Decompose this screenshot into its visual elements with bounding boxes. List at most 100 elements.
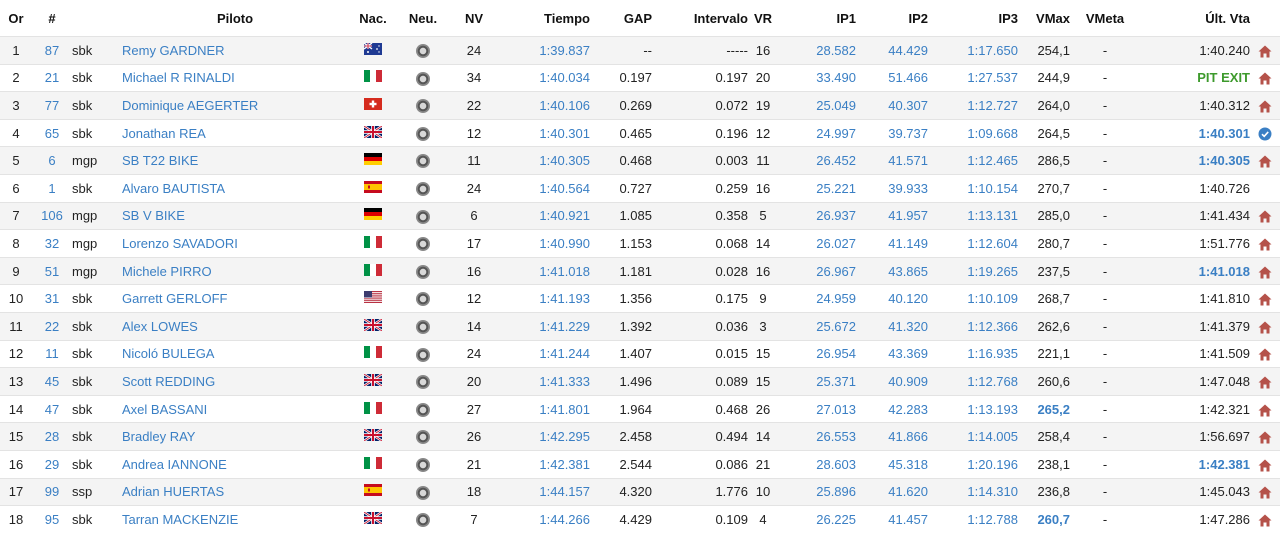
cell-ip2[interactable]: 40.307 (856, 91, 928, 120)
rider-name-link[interactable]: Tarran MACKENZIE (122, 505, 348, 533)
cell-ip3[interactable]: 1:10.109 (928, 284, 1018, 313)
table-row[interactable]: 15 28 sbk Bradley RAY 26 1:42.295 2.458 0.494 14… (0, 422, 1280, 451)
rider-name-link[interactable]: Bradley RAY (122, 422, 348, 451)
col-header-vmax[interactable]: VMax (1018, 0, 1070, 37)
cell-ip3[interactable]: 1:27.537 (928, 63, 1018, 92)
cell-ip2[interactable]: 39.737 (856, 118, 928, 147)
cell-ip3[interactable]: 1:20.196 (928, 449, 1018, 478)
rider-name-link[interactable]: Michael R RINALDI (122, 63, 348, 92)
cell-ip3[interactable]: 1:12.788 (928, 505, 1018, 533)
rider-name-link[interactable]: Lorenzo SAVADORI (122, 229, 348, 258)
cell-ip1[interactable]: 25.896 (778, 477, 856, 506)
cell-ip3[interactable]: 1:13.193 (928, 394, 1018, 423)
rider-number-link[interactable]: 29 (32, 449, 72, 478)
rider-number-link[interactable]: 1 (32, 173, 72, 203)
rider-number-link[interactable]: 22 (32, 311, 72, 341)
col-header-tiempo[interactable]: Tiempo (500, 0, 590, 37)
cell-ip1[interactable]: 26.954 (778, 339, 856, 368)
table-row[interactable]: 10 31 sbk Garrett GERLOFF 12 1:41.193 1.356 0.1… (0, 284, 1280, 313)
home-icon[interactable] (1258, 319, 1272, 334)
cell-ip3[interactable]: 1:16.935 (928, 339, 1018, 368)
home-icon[interactable] (1258, 429, 1272, 444)
col-header-gap[interactable]: GAP (590, 0, 652, 37)
rider-name-link[interactable]: Nicoló BULEGA (122, 339, 348, 368)
col-header-nv[interactable]: NV (448, 0, 500, 37)
cell-ip1[interactable]: 26.937 (778, 201, 856, 230)
rider-name-link[interactable]: Adrian HUERTAS (122, 477, 348, 506)
rider-number-link[interactable]: 11 (32, 339, 72, 368)
table-row[interactable]: 1 87 sbk Remy GARDNER 24 1:39.837 -- ----- 16 28.… (0, 36, 1280, 65)
cell-ip3[interactable]: 1:10.154 (928, 173, 1018, 203)
cell-ip1[interactable]: 27.013 (778, 394, 856, 423)
cell-ip2[interactable]: 43.369 (856, 339, 928, 368)
cell-best-time[interactable]: 1:41.244 (500, 339, 590, 368)
table-row[interactable]: 9 51 mgp Michele PIRRO 16 1:41.018 1.181 0.028 1… (0, 256, 1280, 285)
cell-ip1[interactable]: 28.582 (778, 36, 856, 65)
cell-ip1[interactable]: 24.959 (778, 284, 856, 313)
rider-number-link[interactable]: 65 (32, 118, 72, 147)
table-row[interactable]: 17 99 ssp Adrian HUERTAS 18 1:44.157 4.320 1.77… (0, 477, 1280, 506)
cell-ip3[interactable]: 1:12.366 (928, 311, 1018, 341)
col-header-ip2[interactable]: IP2 (856, 0, 928, 37)
cell-ip2[interactable]: 42.283 (856, 394, 928, 423)
col-header-vmeta[interactable]: VMeta (1070, 0, 1140, 37)
col-header-nac[interactable]: Nac. (348, 0, 398, 37)
rider-name-link[interactable]: Alvaro BAUTISTA (122, 173, 348, 203)
home-icon[interactable] (1258, 264, 1272, 279)
col-header-or[interactable]: Or (0, 0, 32, 37)
cell-ip1[interactable]: 26.967 (778, 256, 856, 285)
table-row[interactable]: 7 106 mgp SB V BIKE 6 1:40.921 1.085 0.358 5 26.9… (0, 201, 1280, 230)
rider-name-link[interactable]: Alex LOWES (122, 311, 348, 341)
home-icon[interactable] (1258, 153, 1272, 168)
rider-number-link[interactable]: 45 (32, 367, 72, 396)
rider-number-link[interactable]: 99 (32, 477, 72, 506)
cell-ip2[interactable]: 43.865 (856, 256, 928, 285)
cell-best-time[interactable]: 1:40.921 (500, 201, 590, 230)
rider-name-link[interactable]: SB V BIKE (122, 201, 348, 230)
cell-ip1[interactable]: 28.603 (778, 449, 856, 478)
cell-ip1[interactable]: 25.371 (778, 367, 856, 396)
rider-name-link[interactable]: Remy GARDNER (122, 36, 348, 65)
col-header-num[interactable]: # (32, 0, 72, 37)
rider-name-link[interactable]: Scott REDDING (122, 367, 348, 396)
cell-best-time[interactable]: 1:41.229 (500, 311, 590, 341)
table-row[interactable]: 4 65 sbk Jonathan REA 12 1:40.301 0.465 0.196 12… (0, 118, 1280, 147)
col-header-vr[interactable]: VR (748, 0, 778, 37)
cell-ip3[interactable]: 1:19.265 (928, 256, 1018, 285)
rider-number-link[interactable]: 77 (32, 91, 72, 120)
cell-ip3[interactable]: 1:13.131 (928, 201, 1018, 230)
cell-ip2[interactable]: 41.571 (856, 146, 928, 175)
cell-ip2[interactable]: 40.120 (856, 284, 928, 313)
cell-ip1[interactable]: 25.221 (778, 173, 856, 203)
check-circle-icon[interactable] (1258, 125, 1272, 141)
cell-ip3[interactable]: 1:12.604 (928, 229, 1018, 258)
cell-ip2[interactable]: 41.149 (856, 229, 928, 258)
rider-number-link[interactable]: 95 (32, 505, 72, 533)
cell-ip1[interactable]: 26.452 (778, 146, 856, 175)
rider-number-link[interactable]: 31 (32, 284, 72, 313)
cell-ip3[interactable]: 1:09.668 (928, 118, 1018, 147)
cell-best-time[interactable]: 1:42.295 (500, 422, 590, 451)
rider-name-link[interactable]: Andrea IANNONE (122, 449, 348, 478)
rider-number-link[interactable]: 87 (32, 36, 72, 65)
cell-best-time[interactable]: 1:41.193 (500, 284, 590, 313)
home-icon[interactable] (1258, 208, 1272, 223)
home-icon[interactable] (1258, 43, 1272, 58)
cell-ip1[interactable]: 26.553 (778, 422, 856, 451)
rider-name-link[interactable]: Michele PIRRO (122, 256, 348, 285)
table-row[interactable]: 6 1 sbk Alvaro BAUTISTA 24 1:40.564 0.727 0.259… (0, 173, 1280, 203)
cell-ip2[interactable]: 41.866 (856, 422, 928, 451)
home-icon[interactable] (1258, 291, 1272, 306)
cell-ip2[interactable]: 41.320 (856, 311, 928, 341)
cell-best-time[interactable]: 1:40.301 (500, 118, 590, 147)
cell-best-time[interactable]: 1:41.333 (500, 367, 590, 396)
rider-name-link[interactable]: Garrett GERLOFF (122, 284, 348, 313)
cell-best-time[interactable]: 1:42.381 (500, 449, 590, 478)
cell-ip3[interactable]: 1:14.005 (928, 422, 1018, 451)
col-header-ip1[interactable]: IP1 (778, 0, 856, 37)
cell-ip2[interactable]: 51.466 (856, 63, 928, 92)
rider-name-link[interactable]: Jonathan REA (122, 118, 348, 147)
table-row[interactable]: 12 11 sbk Nicoló BULEGA 24 1:41.244 1.407 0.015… (0, 339, 1280, 368)
rider-number-link[interactable]: 106 (32, 201, 72, 230)
cell-ip2[interactable]: 41.620 (856, 477, 928, 506)
